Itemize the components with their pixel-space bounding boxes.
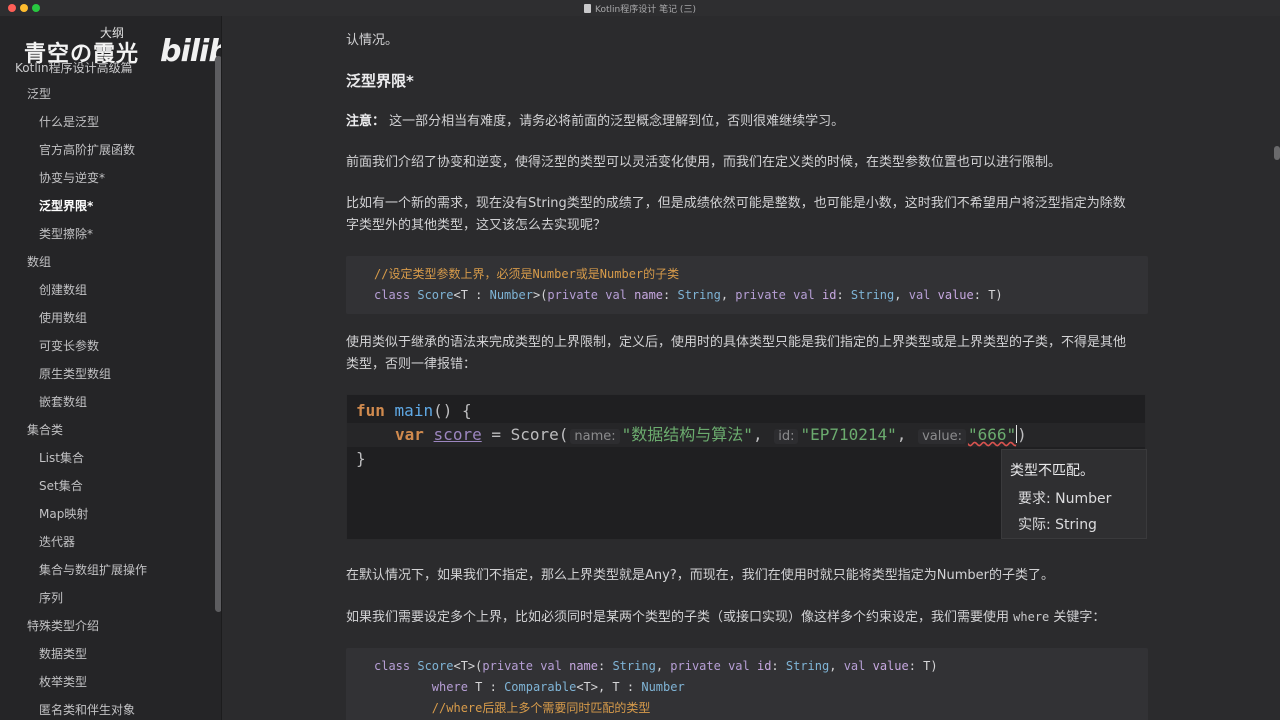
outline-item[interactable]: 数据类型 [0,640,214,668]
outline-list: 泛型 什么是泛型 官方高阶扩展函数 协变与逆变* 泛型界限* 类型擦除* 数组 创建数组 使用数… [0,80,214,720]
paragraph-3-line-2: 类型，否则一律报错： [346,357,477,372]
outline-item[interactable]: 枚举类型 [0,668,214,696]
ide-line-3: } [356,449,366,468]
code-line: class Score<T : Number>(private val name… [374,288,1003,302]
outline-item[interactable]: 匿名类和伴生对象 [0,696,214,720]
title-bar: Kotlin程序设计 笔记 (三) [0,0,1280,16]
note-text: 这一部分相当有难度，请务必将前面的泛型概念理解到位，否则很难继续学习。 [389,114,845,129]
content-scrollbar[interactable] [1274,146,1280,160]
ide-screenshot: fun main() { var score = Score(name: "数据结… [346,394,1147,540]
document-content: 认情况。 泛型界限* 注意： 这一部分相当有难度，请务必将前面的泛型概念理解到位… [222,16,1280,720]
outline-item[interactable]: Set集合 [0,472,214,500]
outline-item[interactable]: 类型擦除* [0,220,214,248]
code-block-where[interactable]: class Score<T>(private val name: String,… [346,648,1148,720]
note-label: 注意： [346,114,386,129]
outline-item[interactable]: 集合类 [0,416,214,444]
paragraph-1: 前面我们介绍了协变和逆变，使得泛型的类型可以灵活变化使用，而我们在定义类的时候，… [346,155,1062,170]
code3-line-1: class Score<T>(private val name: String,… [374,659,938,673]
paragraph-4: 在默认情况下，如果我们不指定，那么上界类型就是Any?，而现在，我们在使用时就只… [346,568,1054,583]
section-heading: 泛型界限* [346,72,414,90]
paragraph-5: 如果我们需要设定多个上界，比如必须同时是某两个类型的子类（或接口实现）像这样多个… [346,610,1106,625]
inline-code-where: where [1013,610,1050,624]
code3-line-2: where T : Comparable<T>, T : Number [431,680,685,694]
outline-item[interactable]: 数组 [0,248,214,276]
outline-item[interactable]: 迭代器 [0,528,214,556]
book-title: Kotlin程序设计高级篇 [15,61,133,75]
note-paragraph: 注意： 这一部分相当有难度，请务必将前面的泛型概念理解到位，否则很难继续学习。 [346,111,844,133]
bilibili-logo: bilibili [160,34,221,69]
outline-item[interactable]: 可变长参数 [0,332,214,360]
outline-item[interactable]: 官方高阶扩展函数 [0,136,214,164]
error-argument: "666" [967,425,1017,444]
outline-item[interactable]: 泛型界限* [0,192,214,220]
sidebar-scrollbar[interactable] [215,56,221,612]
tooltip-actual: 实际: String [1018,517,1097,533]
outline-item[interactable]: List集合 [0,444,214,472]
code-comment: //设定类型参数上界，必须是Number或是Number的子类 [374,267,680,281]
outline-item[interactable]: 特殊类型介绍 [0,612,214,640]
paragraph-2-line-2: 字类型外的其他类型，这又该怎么去实现呢？ [346,218,607,233]
outline-item[interactable]: 集合与数组扩展操作 [0,556,214,584]
paragraph-2-line-1: 比如有一个新的需求，现在没有String类型的成绩了，但是成绩依然可能是整数，也… [346,196,1126,211]
outline-item[interactable]: Map映射 [0,500,214,528]
outline-item[interactable]: 泛型 [0,80,214,108]
ide-line-2: var score = Score(name: "数据结构与算法", id: "EP… [395,425,1027,444]
outline-item[interactable]: 创建数组 [0,276,214,304]
ide-line-1: fun main() { [356,401,472,420]
outline-item[interactable]: 序列 [0,584,214,612]
code3-line-3: //where后跟上多个需要同时匹配的类型 [374,701,651,715]
document-icon [584,4,592,13]
window-title-text: Kotlin程序设计 笔记 (三) [595,5,696,15]
outline-item[interactable]: 嵌套数组 [0,388,214,416]
tooltip-title: 类型不匹配。 [1010,463,1094,479]
outline-sidebar: 大纲 青空の霞光 bilibili Kotlin程序设计高级篇 泛型什么是泛型官… [0,16,222,720]
paragraph-cut: 认情况。 [346,33,399,48]
paragraph-3-line-1: 使用类似于继承的语法来完成类型的上界限制，定义后，使用时的具体类型只能是我们指定… [346,335,1127,350]
tooltip-required: 要求: Number [1018,491,1112,507]
outline-item[interactable]: 原生类型数组 [0,360,214,388]
code-block-upper-bound[interactable]: //设定类型参数上界，必须是Number或是Number的子类 class Sc… [346,256,1148,314]
outline-item[interactable]: 什么是泛型 [0,108,214,136]
window-title: Kotlin程序设计 笔记 (三) [0,2,1280,15]
outline-item[interactable]: 使用数组 [0,304,214,332]
type-mismatch-tooltip: 类型不匹配。 要求: Number 实际: String [1001,449,1147,539]
outline-item[interactable]: 协变与逆变* [0,164,214,192]
